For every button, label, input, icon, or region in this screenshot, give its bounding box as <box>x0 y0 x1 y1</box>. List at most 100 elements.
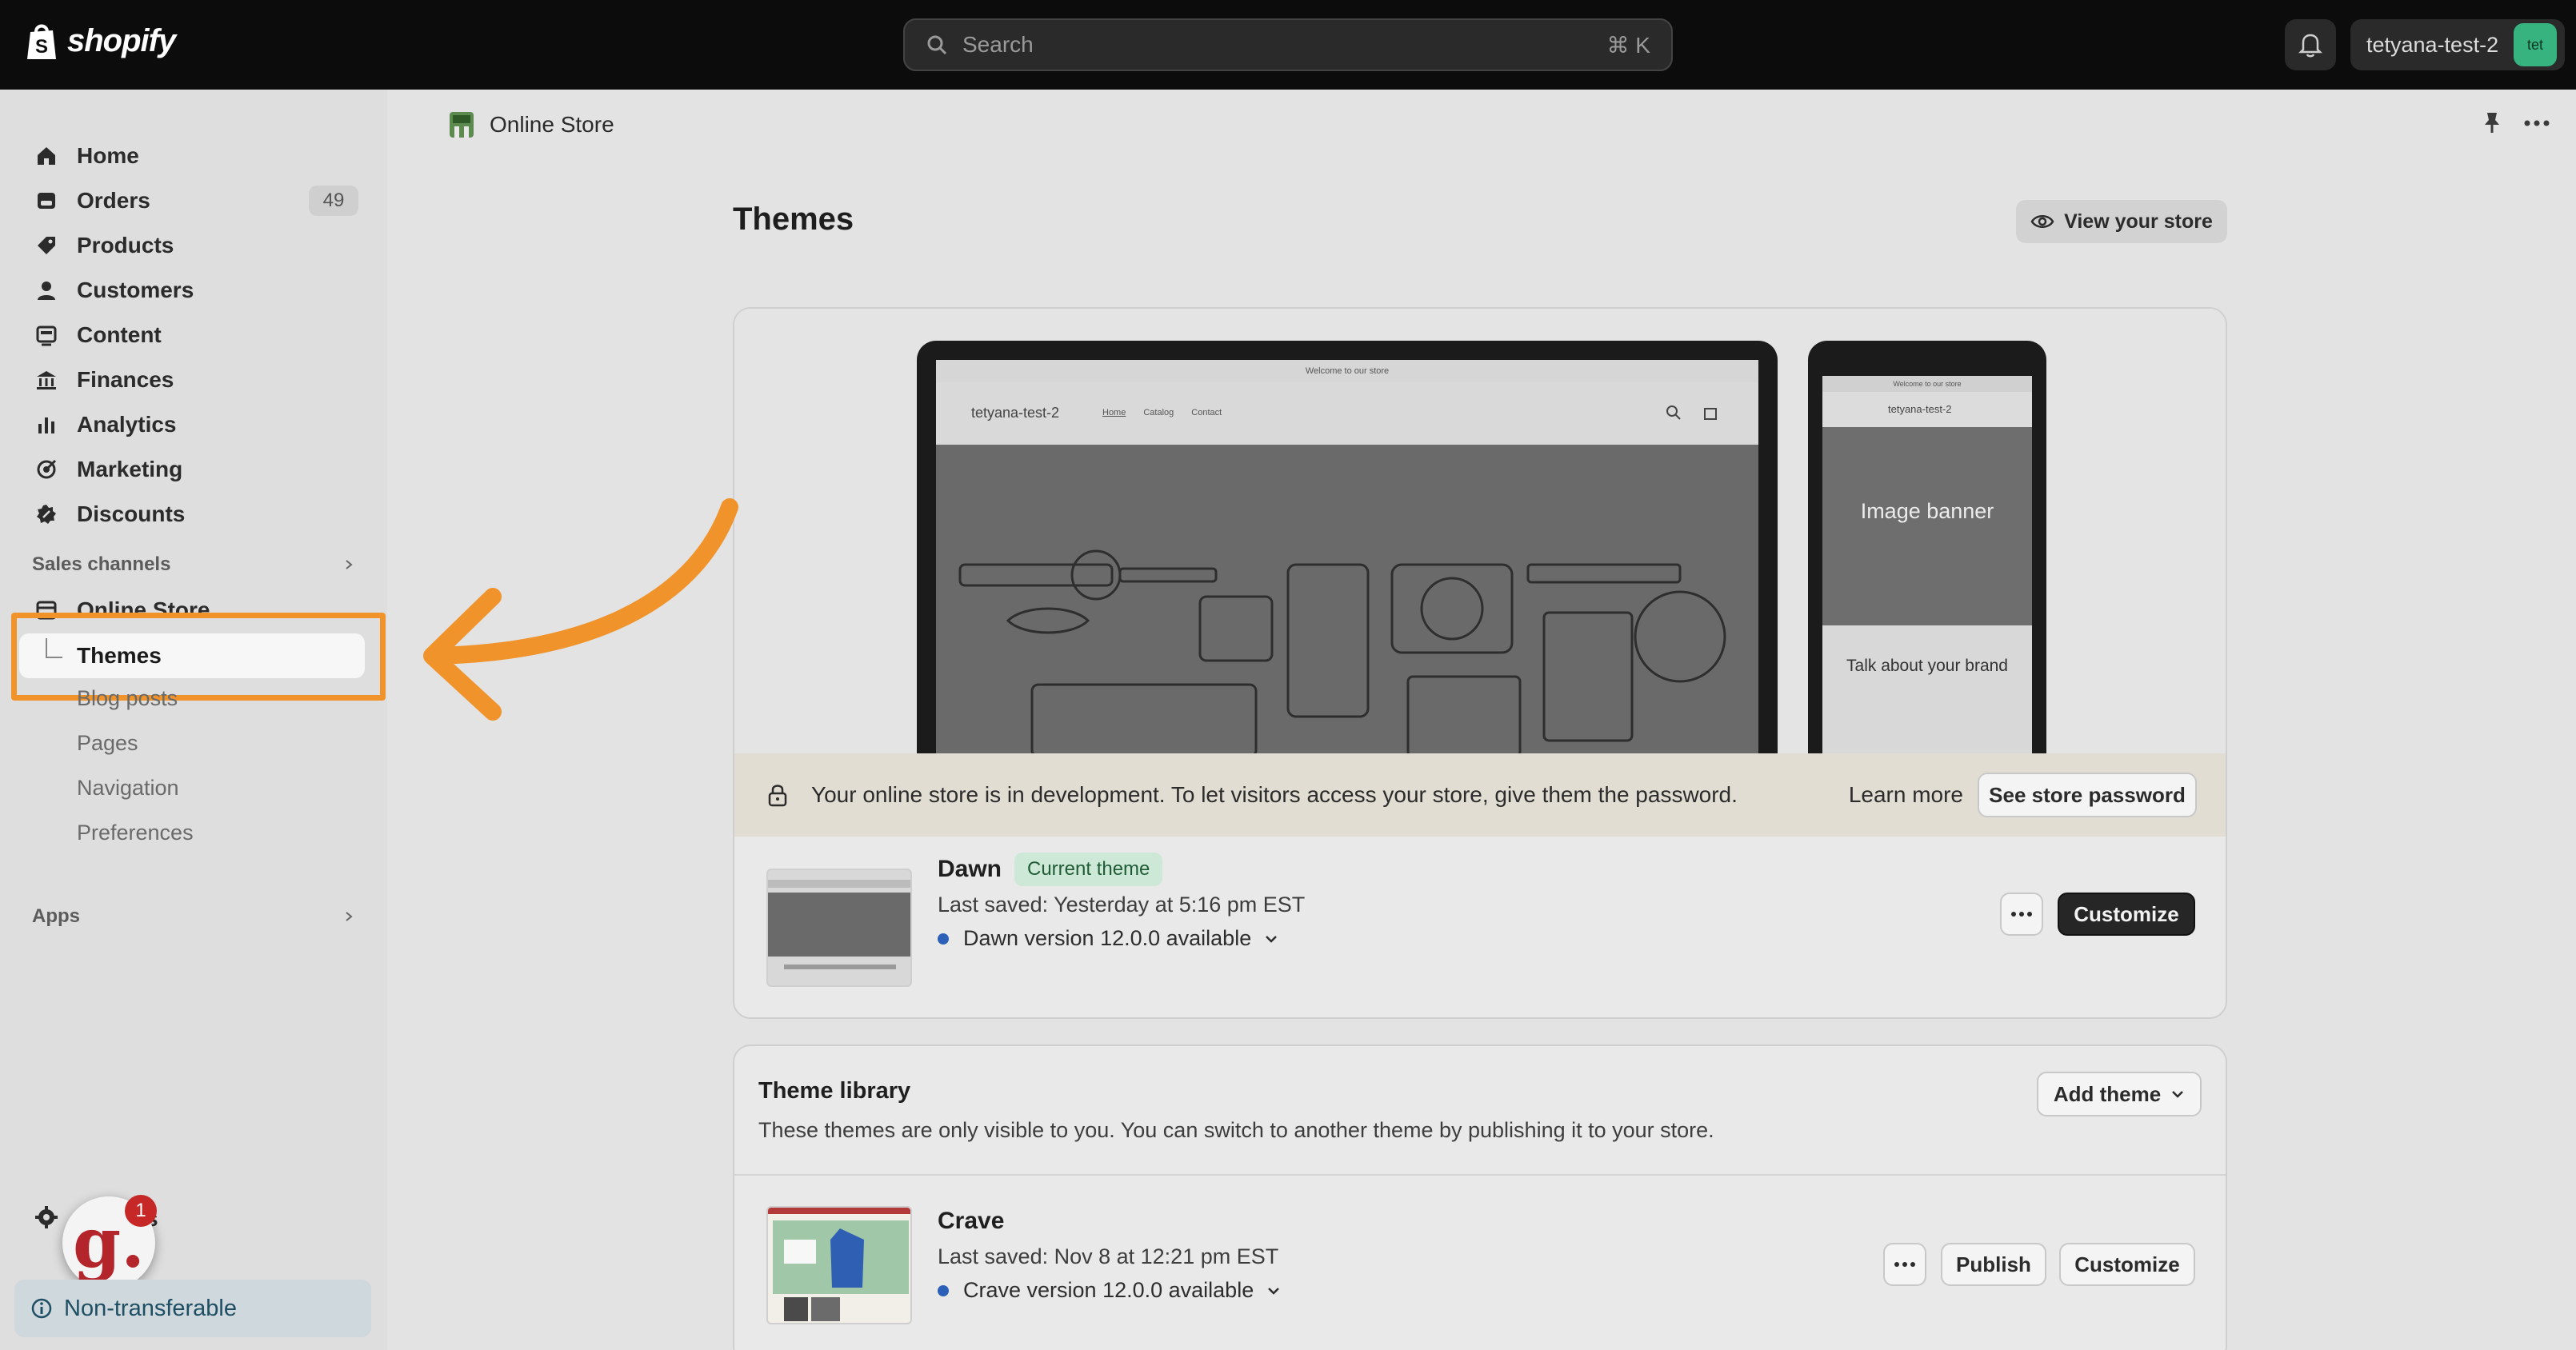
preview-image-banner: Image banner <box>1822 427 2032 625</box>
sidebar-item-marketing[interactable]: Marketing <box>30 449 358 489</box>
preview-banner-title: Image banner <box>1860 499 1994 523</box>
pin-icon[interactable] <box>2480 110 2504 136</box>
bar-chart-icon <box>38 417 54 433</box>
sidebar-item-discounts[interactable]: Discounts <box>30 494 358 534</box>
chevron-down-icon <box>1268 1287 1280 1295</box>
mobile-preview: Welcome to our store tetyana-test-2 Imag… <box>1808 341 2046 757</box>
library-theme-name: Crave <box>938 1208 1005 1234</box>
library-theme-row: Crave Last saved: Nov 8 at 12:21 pm EST … <box>734 1174 2226 1350</box>
preview-store-name: tetyana-test-2 <box>1888 403 1952 415</box>
more-horizontal-icon[interactable] <box>2523 110 2550 136</box>
dawn-theme-thumbnail[interactable] <box>766 869 912 987</box>
library-theme-last-saved: Last saved: Nov 8 at 12:21 pm EST <box>938 1244 1279 1268</box>
breadcrumb-label: Online Store <box>490 112 614 137</box>
tag-icon <box>38 237 55 254</box>
logo-text: shopify <box>67 22 176 58</box>
thumbnail-image <box>768 1208 910 1323</box>
sidebar-item-analytics[interactable]: Analytics <box>30 405 358 445</box>
chevron-right-icon <box>346 912 353 921</box>
sidebar-item-customers[interactable]: Customers <box>30 270 358 310</box>
sidebar-item-label: Marketing <box>77 457 183 481</box>
theme-library-title: Theme library <box>758 1078 911 1104</box>
sidebar-item-products[interactable]: Products <box>30 226 358 266</box>
status-dot <box>938 1284 949 1296</box>
preview-announcement: Welcome to our store <box>1822 376 2032 392</box>
preview-store-name: tetyana-test-2 <box>971 405 1060 421</box>
sidebar-item-finances[interactable]: Finances <box>30 360 358 400</box>
preview-announcement: Welcome to our store <box>936 360 1758 382</box>
apps-section[interactable]: Apps <box>32 905 355 928</box>
preview-cart-icon <box>1704 408 1717 420</box>
crave-theme-thumbnail[interactable] <box>766 1206 912 1324</box>
sidebar-item-themes[interactable]: Themes <box>19 633 365 678</box>
target-icon <box>37 459 57 479</box>
sidebar-item-orders[interactable]: Orders 49 <box>30 181 358 221</box>
customize-library-button[interactable]: Customize <box>2059 1243 2195 1286</box>
sidebar-item-label: Content <box>77 322 162 347</box>
discount-icon <box>37 505 56 524</box>
customize-current-button[interactable]: Customize <box>2058 893 2195 936</box>
thumbnail-image <box>768 870 910 985</box>
person-icon <box>38 282 55 300</box>
sidebar-item-label: Discounts <box>77 501 186 526</box>
orders-count-badge: 49 <box>309 186 358 216</box>
more-horizontal-icon <box>2011 912 2032 917</box>
svg-text:S: S <box>35 36 48 58</box>
account-menu-button[interactable]: tetyana-test-2 tet <box>2350 19 2565 70</box>
sales-channels-section[interactable]: Sales channels <box>32 553 355 576</box>
more-horizontal-icon <box>1894 1262 1915 1267</box>
see-store-password-button[interactable]: See store password <box>1978 773 2197 817</box>
publish-button[interactable]: Publish <box>1941 1243 2046 1286</box>
sidebar-item-pages[interactable]: Pages <box>77 731 138 756</box>
info-icon <box>31 1298 52 1319</box>
version-label: Dawn version 12.0.0 available <box>963 926 1252 950</box>
search-placeholder: Search <box>962 32 1034 57</box>
theme-preview[interactable]: Welcome to our store tetyana-test-2 Home… <box>734 309 2226 757</box>
preview-nav: tetyana-test-2 Home Catalog Contact <box>936 382 1758 445</box>
view-store-label: View your store <box>2064 210 2213 233</box>
sales-channels-label: Sales channels <box>32 553 171 575</box>
library-theme-version[interactable]: Crave version 12.0.0 available <box>938 1278 1281 1303</box>
non-transferable-banner[interactable]: Non-transferable <box>14 1280 371 1337</box>
eye-icon <box>2030 215 2054 228</box>
current-theme-card: Welcome to our store tetyana-test-2 Home… <box>733 307 2227 1019</box>
breadcrumb[interactable]: Online Store <box>448 110 614 139</box>
shopify-logo[interactable]: S shopify <box>24 21 176 61</box>
sidebar-item-label: Products <box>77 233 174 258</box>
current-theme-more-button[interactable] <box>2000 893 2043 936</box>
view-store-button[interactable]: View your store <box>2016 200 2227 243</box>
current-theme-last-saved: Last saved: Yesterday at 5:16 pm EST <box>938 893 1306 917</box>
sidebar-item-label: Orders <box>77 188 150 213</box>
sidebar: Home Orders 49 Products Customers Conten… <box>0 90 387 1350</box>
sidebar-item-blog-posts[interactable]: Blog posts <box>77 686 178 711</box>
sidebar-item-content[interactable]: Content <box>30 315 358 355</box>
status-dot <box>938 933 949 945</box>
chevron-right-icon <box>346 560 353 569</box>
current-theme-badge: Current theme <box>1014 853 1163 886</box>
account-name: tetyana-test-2 <box>2366 32 2499 57</box>
sidebar-item-navigation[interactable]: Navigation <box>77 776 179 801</box>
guide-notification-badge: 1 <box>125 1195 157 1227</box>
search-input[interactable]: Search ⌘ K <box>903 18 1673 71</box>
bell-icon <box>2298 34 2322 58</box>
sidebar-item-settings[interactable] <box>34 1204 59 1234</box>
chevron-down-icon <box>2172 1091 2184 1098</box>
theme-library-card: Theme library These themes are only visi… <box>733 1044 2227 1350</box>
sidebar-item-preferences[interactable]: Preferences <box>77 821 194 845</box>
sidebar-item-label: Finances <box>77 367 174 392</box>
home-icon <box>38 147 55 165</box>
sidebar-item-label: Home <box>77 143 139 168</box>
library-theme-more-button[interactable] <box>1883 1243 1926 1286</box>
desktop-preview: Welcome to our store tetyana-test-2 Home… <box>917 341 1778 757</box>
preview-hero-illustration <box>936 445 1758 757</box>
notifications-button[interactable] <box>2285 19 2336 70</box>
sidebar-item-home[interactable]: Home <box>30 136 358 176</box>
content-icon <box>36 326 57 346</box>
orders-icon <box>38 193 55 209</box>
learn-more-link[interactable]: Learn more <box>1849 782 1963 808</box>
development-notice: Your online store is in development. To … <box>734 753 2226 837</box>
add-theme-button[interactable]: Add theme <box>2037 1072 2202 1116</box>
current-theme-version[interactable]: Dawn version 12.0.0 available <box>938 926 1278 951</box>
preview-talk-text: Talk about your brand <box>1846 657 2008 675</box>
notice-message: Your online store is in development. To … <box>811 782 1738 807</box>
